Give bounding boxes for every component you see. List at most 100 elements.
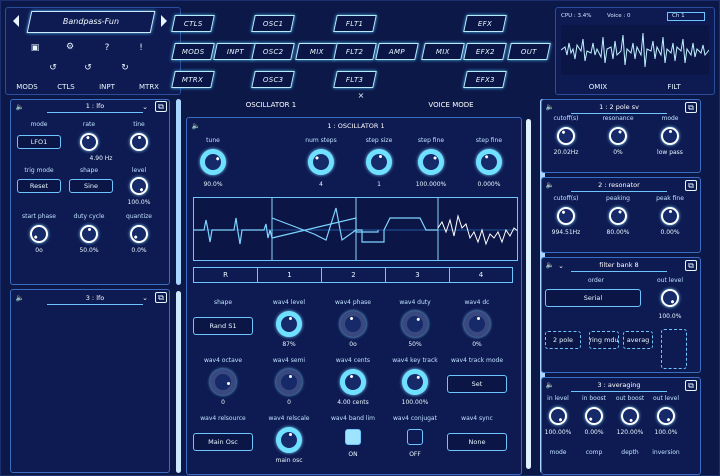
- module-button-efx[interactable]: EFX: [463, 15, 507, 32]
- level-value: 100.0%: [127, 199, 151, 206]
- module-button-inpt[interactable]: INPT: [213, 43, 257, 60]
- copy-icon-2[interactable]: ⧉: [155, 292, 167, 303]
- chevron-down-icon[interactable]: ⌄: [557, 261, 565, 271]
- module-button-out[interactable]: OUT: [507, 43, 551, 60]
- gear-icon[interactable]: ⚙: [64, 42, 76, 52]
- filter-title: filter bank 8: [571, 261, 667, 272]
- tab-ctls[interactable]: CTLS: [47, 81, 85, 93]
- module-button-osc1[interactable]: OSC1: [251, 15, 295, 32]
- param-knob-row2-1-indicator: [289, 375, 292, 378]
- alert-icon[interactable]: !: [135, 43, 147, 53]
- module-button-mix[interactable]: MIX: [421, 43, 465, 60]
- param-button[interactable]: None: [447, 433, 507, 451]
- save-icon[interactable]: ▣: [29, 43, 41, 53]
- module-button-flt2[interactable]: FLT2: [333, 43, 377, 60]
- top-knob-2[interactable]: [366, 149, 392, 175]
- param-knob-row1-4[interactable]: [464, 311, 490, 337]
- param-button[interactable]: Rand S1: [193, 317, 253, 335]
- tab-mods[interactable]: MODS: [9, 81, 45, 93]
- undo-icon-1[interactable]: ↺: [47, 63, 59, 73]
- copy-icon[interactable]: ⧉: [685, 102, 697, 113]
- module-button-mix[interactable]: MIX: [295, 43, 339, 60]
- speaker-icon[interactable]: 🔈: [15, 102, 25, 112]
- help-icon[interactable]: ?: [101, 43, 113, 53]
- module-button-label: OSC1: [262, 19, 284, 28]
- step-cell-4[interactable]: 4: [449, 267, 513, 283]
- tab-inpt[interactable]: INPT: [89, 81, 125, 93]
- left-scrollbar[interactable]: [176, 99, 181, 285]
- module-button-efx2[interactable]: EFX2: [463, 43, 507, 60]
- tab-filt[interactable]: FILT: [649, 81, 699, 93]
- step-cell-1[interactable]: 1: [257, 267, 321, 283]
- filter-slot-empty[interactable]: [661, 329, 687, 369]
- duty-knob[interactable]: [80, 225, 98, 243]
- param-button[interactable]: Main Osc: [193, 433, 253, 451]
- module-button-label: CTLS: [183, 19, 203, 28]
- module-button-flt1[interactable]: FLT1: [333, 15, 377, 32]
- left-scrollbar-2[interactable]: [176, 291, 181, 473]
- chevron-down-icon[interactable]: ⌄: [141, 102, 149, 112]
- param-label: wav4 semi: [272, 357, 306, 364]
- trig-mode-select[interactable]: Reset: [17, 179, 61, 193]
- center-scrollbar[interactable]: [526, 119, 531, 469]
- top-knob-value: 90.0%: [203, 181, 223, 188]
- filter-speaker-icon[interactable]: 🔈: [545, 102, 555, 112]
- copy-icon[interactable]: ⧉: [685, 180, 697, 191]
- module-button-ctls[interactable]: CTLS: [171, 15, 215, 32]
- tab-voice-mode[interactable]: VOICE MODE: [411, 101, 491, 109]
- param-value: 0: [287, 399, 291, 406]
- filter-speaker-icon[interactable]: 🔈: [545, 180, 555, 190]
- module-button-osc3[interactable]: OSC3: [251, 71, 295, 88]
- tab-oscillator-1[interactable]: OSCILLATOR 1: [231, 101, 311, 109]
- module-button-efx3[interactable]: EFX3: [463, 71, 507, 88]
- tine-knob[interactable]: [130, 133, 148, 151]
- copy-icon[interactable]: ⧉: [685, 260, 697, 271]
- undo-icon-2[interactable]: ↺: [82, 63, 94, 73]
- order-select[interactable]: Serial: [545, 289, 641, 307]
- tab-mtrx[interactable]: MTRX: [129, 81, 169, 93]
- copy-icon[interactable]: ⧉: [685, 380, 697, 391]
- module-button-osc2[interactable]: OSC2: [251, 43, 295, 60]
- param-toggle[interactable]: [407, 429, 423, 445]
- speaker-icon-2[interactable]: 🔈: [15, 293, 25, 303]
- x-icon[interactable]: ×: [355, 91, 367, 101]
- tab-omix[interactable]: OMIX: [573, 81, 623, 93]
- filter-speaker-icon[interactable]: 🔈: [545, 380, 555, 390]
- module-button-amp[interactable]: AMP: [375, 43, 419, 60]
- mode-select[interactable]: LFO1: [17, 135, 61, 149]
- mod-1-title: 1 : lfo: [47, 102, 143, 113]
- filter-slot-0[interactable]: 2 pole: [545, 331, 581, 349]
- filter-knob[interactable]: [661, 127, 679, 145]
- filter-slot-2[interactable]: averag: [623, 331, 653, 349]
- param-knob-row1-1[interactable]: [276, 311, 302, 337]
- module-button-flt3[interactable]: FLT3: [333, 71, 377, 88]
- param-knob-row1-2-indicator: [349, 316, 354, 321]
- shape-label: shape: [79, 167, 99, 174]
- osc-title: 1 : OSCILLATOR 1: [327, 122, 385, 130]
- preset-name-box[interactable]: Bandpass-Fun: [26, 11, 156, 33]
- module-button-mtrx[interactable]: MTRX: [171, 71, 215, 88]
- param-toggle[interactable]: [345, 429, 361, 445]
- step-cell-0[interactable]: R: [193, 267, 257, 283]
- redo-icon[interactable]: ↻: [119, 63, 131, 73]
- shape-select[interactable]: Sine: [69, 179, 113, 193]
- filter-knob[interactable]: [661, 207, 679, 225]
- osc-speaker-icon[interactable]: 🔈: [191, 121, 201, 131]
- preset-arrow-left[interactable]: [13, 15, 19, 27]
- filter-speaker-icon[interactable]: 🔈: [545, 260, 555, 270]
- filter-slot-1[interactable]: ring mdu: [589, 331, 619, 349]
- param-knob-row2-0[interactable]: [210, 369, 236, 395]
- param-knob-row2-1[interactable]: [276, 369, 302, 395]
- param-button[interactable]: Set: [447, 375, 507, 393]
- waveform-display[interactable]: [193, 197, 518, 261]
- step-cell-3[interactable]: 3: [385, 267, 449, 283]
- filter-param-label: resonance: [602, 115, 634, 122]
- step-cell-2[interactable]: 2: [321, 267, 385, 283]
- chevron-down-icon-2[interactable]: ⌄: [141, 293, 149, 303]
- channel-select[interactable]: Ch 1: [667, 12, 705, 21]
- preset-arrow-right[interactable]: [161, 15, 167, 27]
- param-knob-row3-1[interactable]: [276, 427, 302, 453]
- module-button-mods[interactable]: MODS: [171, 43, 215, 60]
- copy-icon[interactable]: ⧉: [155, 101, 167, 112]
- oscilloscope[interactable]: [560, 25, 710, 75]
